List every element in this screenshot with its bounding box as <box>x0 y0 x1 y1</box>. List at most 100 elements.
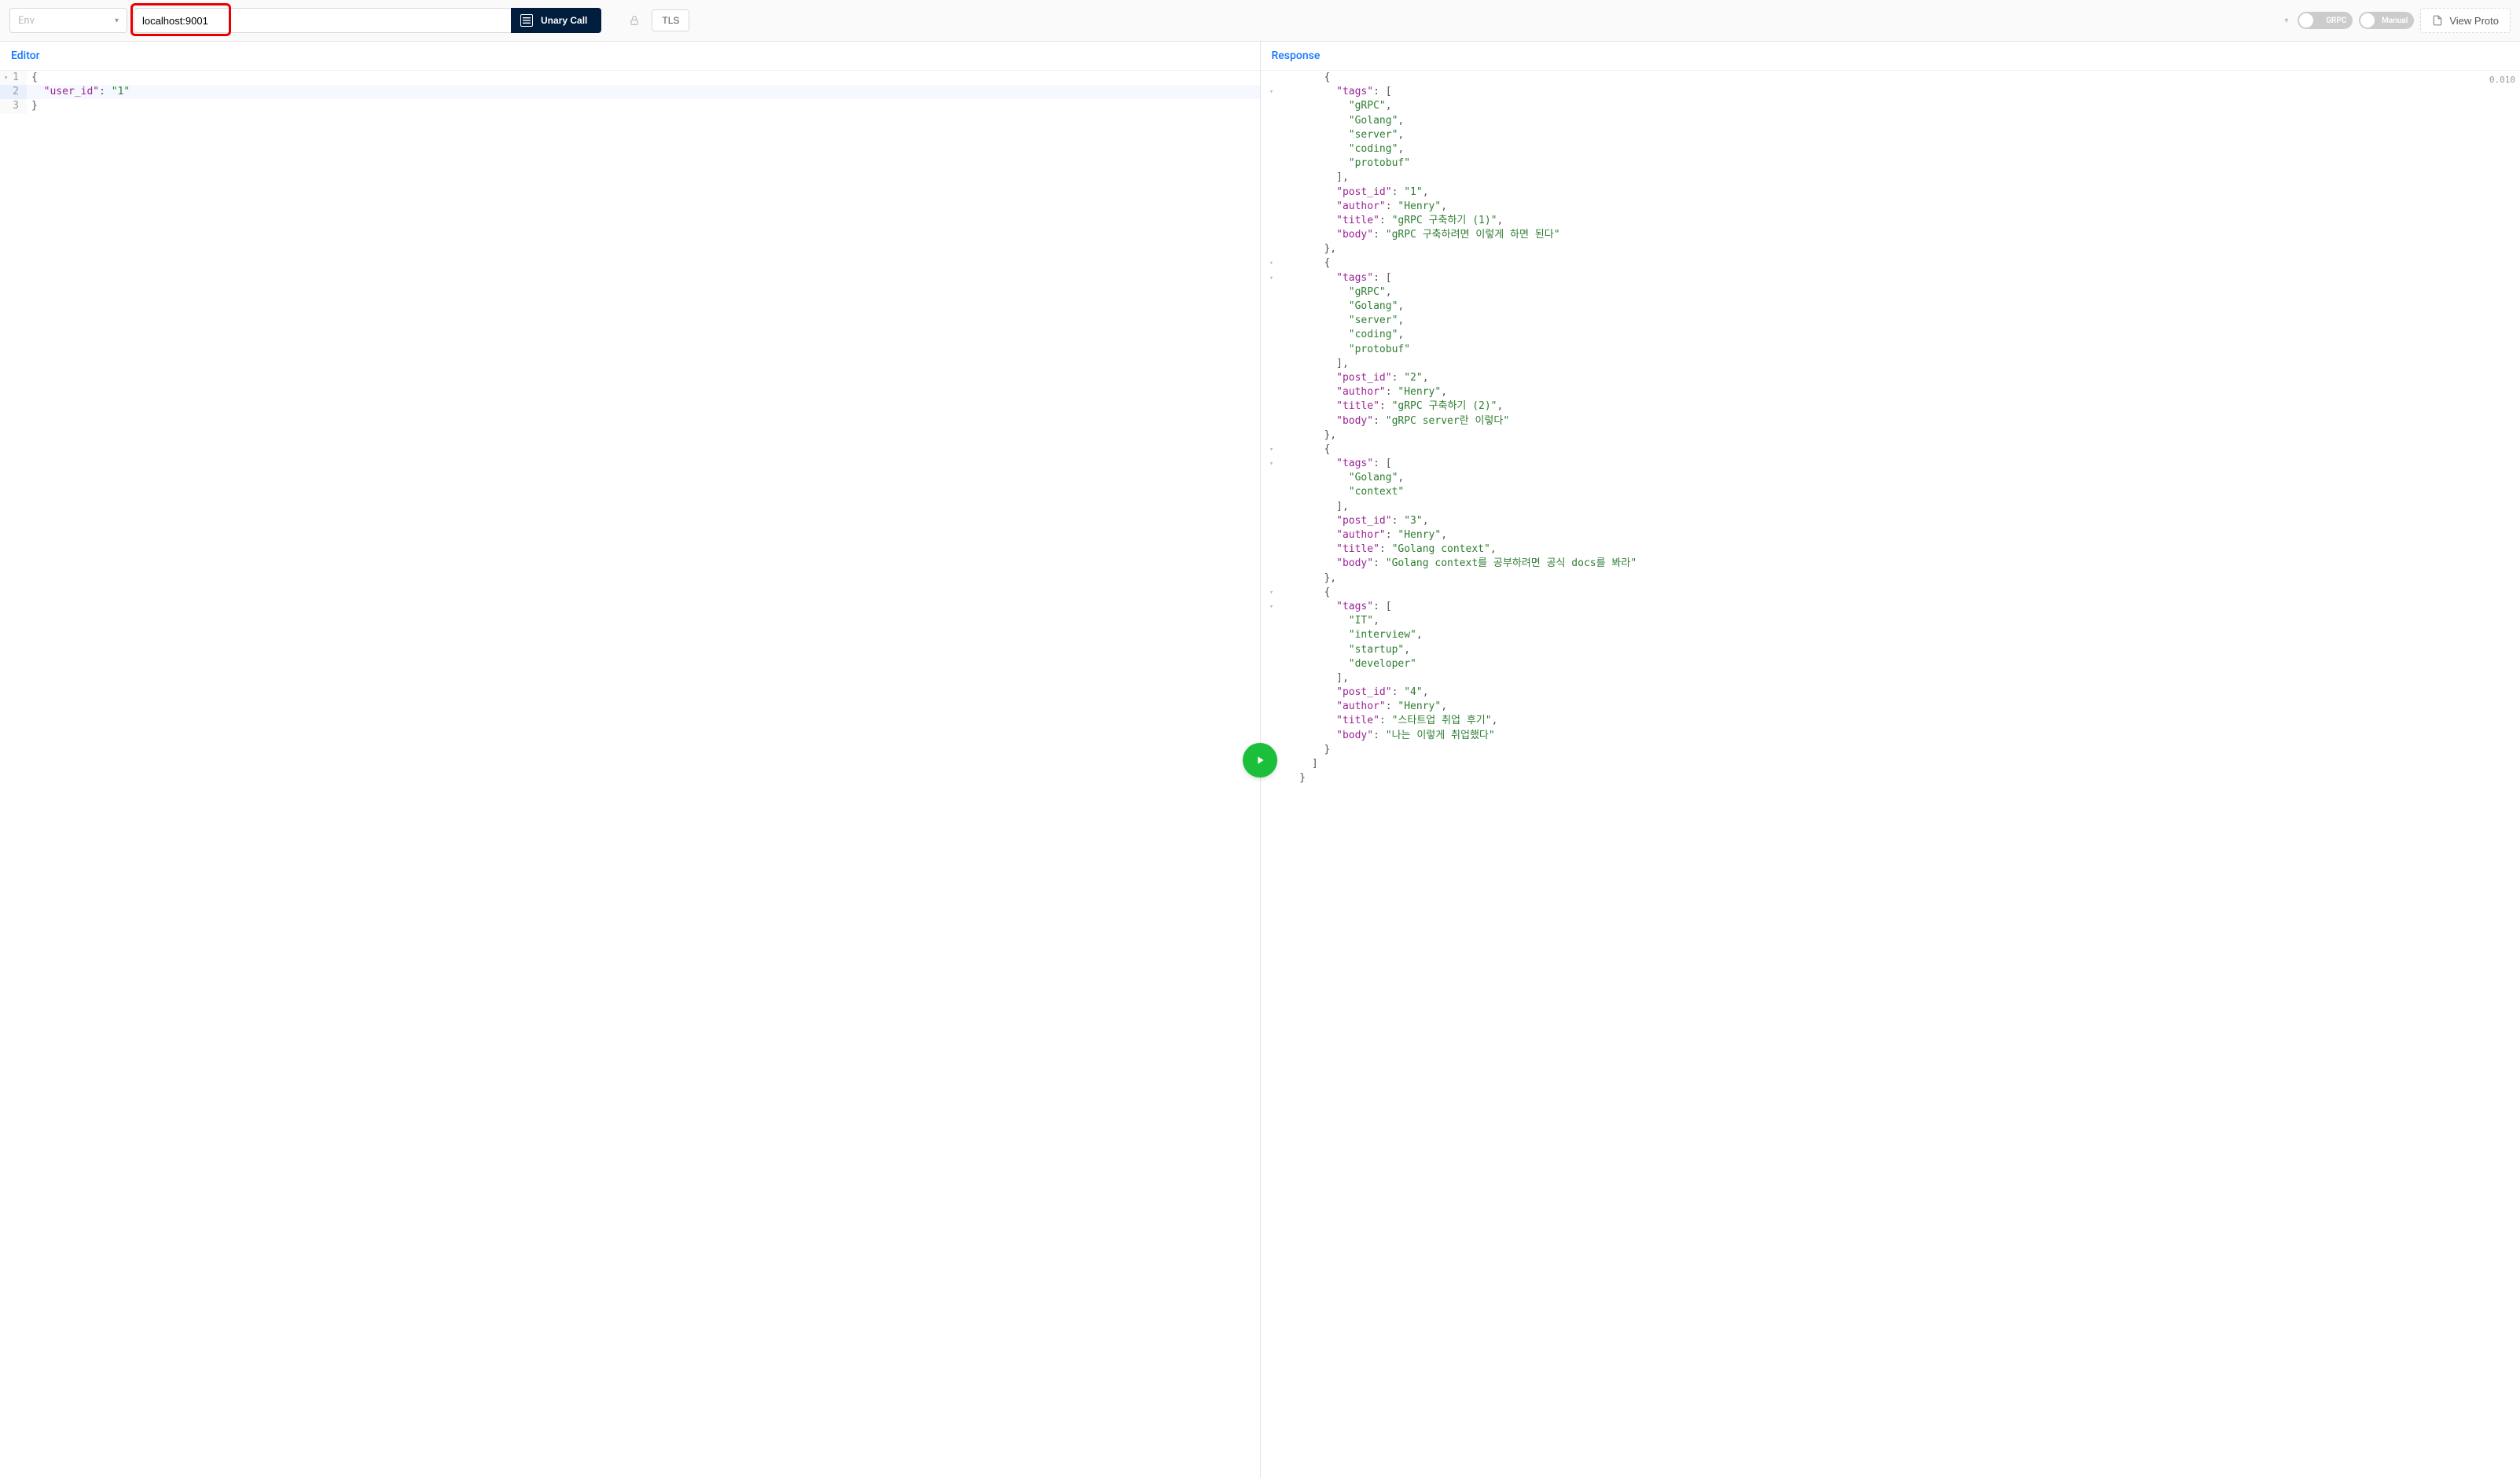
call-type-button[interactable]: Unary Call <box>511 8 601 33</box>
code-content: } <box>1283 743 2520 757</box>
toolbar: Env ▾ Unary Call TLS ▾ GRPC Manual View … <box>0 0 2520 42</box>
fold-gutter[interactable]: ▾ <box>1261 271 1283 285</box>
fold-gutter[interactable]: ▾ <box>1261 586 1283 600</box>
code-row: "title": "gRPC 구축하기 (1)", <box>1261 214 2520 228</box>
code-content: { <box>1283 443 2520 457</box>
editor-panel: Editor 1▾{2 "user_id": "1"3} <box>0 42 1261 1478</box>
response-body[interactable]: 0.010 {▾ "tags": [ "gRPC", "Golang", "se… <box>1261 71 2520 1478</box>
fold-gutter <box>1261 572 1283 586</box>
code-content: "developer" <box>1283 657 2520 671</box>
fold-gutter <box>1261 357 1283 371</box>
code-row: "title": "Golang context", <box>1261 542 2520 557</box>
code-row: "title": "gRPC 구축하기 (2)", <box>1261 399 2520 414</box>
fold-gutter <box>1261 128 1283 142</box>
fold-gutter[interactable]: ▾ <box>1261 443 1283 457</box>
code-content: "post_id": "1", <box>1283 186 2520 200</box>
fold-gutter <box>1261 242 1283 256</box>
fold-arrow-icon[interactable]: ▾ <box>4 73 8 82</box>
code-content: "tags": [ <box>1283 600 2520 614</box>
code-row[interactable]: 1▾{ <box>0 71 1260 85</box>
code-content: "author": "Henry", <box>1283 385 2520 399</box>
code-row: ▾ { <box>1261 256 2520 270</box>
line-number: 1▾ <box>0 71 27 85</box>
code-row: "author": "Henry", <box>1261 200 2520 214</box>
code-row: "post_id": "1", <box>1261 186 2520 200</box>
code-row: { <box>1261 71 2520 85</box>
code-content: }, <box>1283 428 2520 443</box>
code-content: "body": "gRPC server란 이렇다" <box>1283 414 2520 428</box>
code-content: "Golang", <box>1283 471 2520 485</box>
code-content: "gRPC", <box>1283 285 2520 300</box>
code-row: "server", <box>1261 128 2520 142</box>
server-url-input[interactable] <box>134 8 511 33</box>
code-content[interactable]: "user_id": "1" <box>27 85 1260 99</box>
tls-button[interactable]: TLS <box>652 9 689 31</box>
file-icon <box>2432 15 2443 26</box>
code-content: "IT", <box>1283 614 2520 628</box>
code-row: "Golang", <box>1261 300 2520 314</box>
fold-gutter <box>1261 557 1283 571</box>
env-placeholder: Env <box>18 15 35 27</box>
code-row: "gRPC", <box>1261 285 2520 300</box>
code-row: }, <box>1261 242 2520 256</box>
grpc-toggle[interactable]: GRPC <box>2298 12 2353 29</box>
code-content: "post_id": "3", <box>1283 514 2520 528</box>
fold-gutter <box>1261 328 1283 342</box>
code-content: "server", <box>1283 128 2520 142</box>
code-content[interactable]: { <box>27 71 1260 85</box>
code-row: "post_id": "4", <box>1261 686 2520 700</box>
fold-gutter[interactable]: ▾ <box>1261 600 1283 614</box>
code-content[interactable]: } <box>27 99 1260 113</box>
fold-gutter <box>1261 228 1283 242</box>
code-row: }, <box>1261 428 2520 443</box>
fold-gutter <box>1261 686 1283 700</box>
fold-gutter <box>1261 71 1283 85</box>
code-row: ], <box>1261 171 2520 185</box>
fold-gutter[interactable]: ▾ <box>1261 256 1283 270</box>
code-row: "author": "Henry", <box>1261 528 2520 542</box>
code-row: ], <box>1261 357 2520 371</box>
chevron-down-icon[interactable]: ▾ <box>2284 17 2288 25</box>
view-proto-button[interactable]: View Proto <box>2420 8 2511 33</box>
fold-gutter <box>1261 714 1283 728</box>
code-content: "Golang", <box>1283 114 2520 128</box>
view-proto-label: View Proto <box>2449 15 2499 27</box>
code-content: "body": "gRPC 구축하려면 이렇게 하면 된다" <box>1283 228 2520 242</box>
grpc-toggle-label: GRPC <box>2326 17 2346 25</box>
code-row: "author": "Henry", <box>1261 700 2520 714</box>
env-select[interactable]: Env ▾ <box>9 8 127 33</box>
response-timing: 0.010 <box>2489 74 2515 86</box>
response-header: Response <box>1261 42 2520 71</box>
code-content: ], <box>1283 171 2520 185</box>
fold-gutter[interactable]: ▾ <box>1261 85 1283 99</box>
fold-gutter <box>1261 186 1283 200</box>
code-row: "IT", <box>1261 614 2520 628</box>
code-row[interactable]: 2 "user_id": "1" <box>0 85 1260 99</box>
code-content: "protobuf" <box>1283 156 2520 171</box>
fold-gutter <box>1261 114 1283 128</box>
code-row: ▾ "tags": [ <box>1261 85 2520 99</box>
code-content: "startup", <box>1283 643 2520 657</box>
code-content: "title": "gRPC 구축하기 (2)", <box>1283 399 2520 414</box>
code-row: "developer" <box>1261 657 2520 671</box>
code-content: "context" <box>1283 485 2520 499</box>
code-row: ▾ { <box>1261 443 2520 457</box>
code-content: "title": "gRPC 구축하기 (1)", <box>1283 214 2520 228</box>
code-content: { <box>1283 586 2520 600</box>
fold-gutter <box>1261 643 1283 657</box>
fold-gutter <box>1261 657 1283 671</box>
fold-gutter[interactable]: ▾ <box>1261 457 1283 471</box>
code-row[interactable]: 3} <box>0 99 1260 113</box>
code-row: ▾ "tags": [ <box>1261 600 2520 614</box>
code-content: "protobuf" <box>1283 343 2520 357</box>
code-content: "gRPC", <box>1283 99 2520 113</box>
editor-body[interactable]: 1▾{2 "user_id": "1"3} <box>0 71 1260 1478</box>
code-row: "gRPC", <box>1261 99 2520 113</box>
code-row: ], <box>1261 500 2520 514</box>
code-content: "server", <box>1283 314 2520 328</box>
manual-toggle[interactable]: Manual <box>2359 12 2414 29</box>
panels: Editor 1▾{2 "user_id": "1"3} Response 0.… <box>0 42 2520 1478</box>
list-icon <box>520 14 533 27</box>
code-row: "coding", <box>1261 142 2520 156</box>
run-button[interactable] <box>1243 743 1277 778</box>
